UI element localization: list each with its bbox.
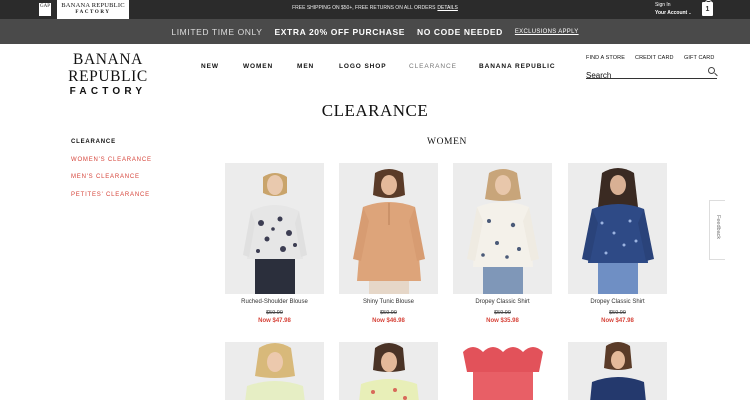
product-card[interactable]: Dropey Classic Shirt $59.99 Now $47.98 (568, 163, 667, 324)
feedback-label: Feedback (715, 215, 721, 240)
nav-new[interactable]: NEW (201, 63, 219, 70)
chevron-down-icon: ⌄ (688, 10, 692, 15)
sidebar-heading: CLEARANCE (71, 139, 116, 145)
product-image[interactable] (225, 342, 324, 400)
nav-women[interactable]: WOMEN (243, 63, 273, 70)
product-card[interactable]: Shiny Tunic Blouse $59.99 Now $46.98 (339, 163, 438, 324)
sidebar-item-mens-clearance[interactable]: MEN'S CLEARANCE (71, 174, 140, 180)
product-name[interactable]: Dropey Classic Shirt (453, 299, 552, 305)
sign-in-link[interactable]: Sign In (655, 2, 692, 9)
product-original-price: $59.99 (609, 310, 626, 316)
nav-logo-shop[interactable]: LOGO SHOP (339, 63, 386, 70)
promo-limited: LIMITED TIME ONLY (171, 26, 263, 37)
logo-line1: BANANA REPUBLIC (68, 51, 148, 85)
product-image[interactable] (568, 163, 667, 294)
product-image[interactable] (225, 163, 324, 294)
page-title: CLEARANCE (321, 101, 429, 120)
promo-no-code: NO CODE NEEDED (417, 26, 503, 37)
product-image[interactable] (339, 163, 438, 294)
site-logo[interactable]: BANANA REPUBLIC FACTORY (33, 51, 183, 97)
utility-bar: GAP BANANA REPUBLIC FACTORY FREE SHIPPIN… (0, 0, 750, 19)
product-original-price: $59.99 (266, 310, 283, 316)
search-box (586, 65, 717, 82)
product-sale-price: Now $35.98 (486, 318, 519, 324)
nav-banana-republic[interactable]: BANANA REPUBLIC (479, 63, 555, 70)
product-card[interactable]: Dropey Classic Shirt $59.99 Now $35.98 (453, 163, 552, 324)
search-icon[interactable] (708, 67, 715, 74)
product-sale-price: Now $46.98 (372, 318, 405, 324)
product-name[interactable]: Ruched-Shoulder Blouse (225, 299, 324, 305)
account-menu[interactable]: Sign In Your Account⌄ (655, 2, 692, 17)
nav-clearance[interactable]: CLEARANCE (409, 63, 457, 70)
search-input[interactable] (586, 69, 701, 82)
product-image[interactable] (453, 342, 552, 400)
promo-offer: EXTRA 20% OFF PURCHASE (274, 26, 406, 37)
nav-men[interactable]: MEN (297, 63, 314, 70)
product-original-price: $59.99 (494, 310, 511, 316)
sidebar-item-womens-clearance[interactable]: WOMEN'S CLEARANCE (71, 157, 152, 163)
product-card[interactable]: Ruched-Shoulder Blouse $59.99 Now $47.98 (225, 163, 324, 324)
product-original-price: $59.99 (380, 310, 397, 316)
credit-card-link[interactable]: CREDIT CARD (635, 55, 674, 61)
product-name[interactable]: Dropey Classic Shirt (568, 299, 667, 305)
sidebar-item-petites-clearance[interactable]: PETITES' CLEARANCE (71, 192, 150, 198)
product-image[interactable] (339, 342, 438, 400)
product-name[interactable]: Shiny Tunic Blouse (339, 299, 438, 305)
promo-banner: LIMITED TIME ONLY EXTRA 20% OFF PURCHASE… (0, 19, 750, 44)
product-image[interactable] (568, 342, 667, 400)
find-a-store-link[interactable]: FIND A STORE (586, 55, 625, 61)
feedback-tab[interactable]: Feedback (709, 200, 725, 260)
shipping-text: FREE SHIPPING ON $50+, FREE RETURNS ON A… (292, 5, 436, 11)
gift-card-link[interactable]: GIFT CARD (684, 55, 714, 61)
product-sale-price: Now $47.98 (601, 318, 634, 324)
shipping-details-link[interactable]: DETAILS (437, 5, 457, 11)
exclusions-link[interactable]: EXCLUSIONS APPLY (515, 29, 579, 35)
shopping-bag-icon[interactable]: 1 (702, 0, 713, 16)
section-title: WOMEN (427, 137, 467, 147)
product-image[interactable] (453, 163, 552, 294)
logo-line2: FACTORY (69, 86, 147, 97)
your-account-link[interactable]: Your Account (655, 10, 687, 16)
product-sale-price: Now $47.98 (258, 318, 291, 324)
shipping-message: FREE SHIPPING ON $50+, FREE RETURNS ON A… (0, 5, 750, 11)
